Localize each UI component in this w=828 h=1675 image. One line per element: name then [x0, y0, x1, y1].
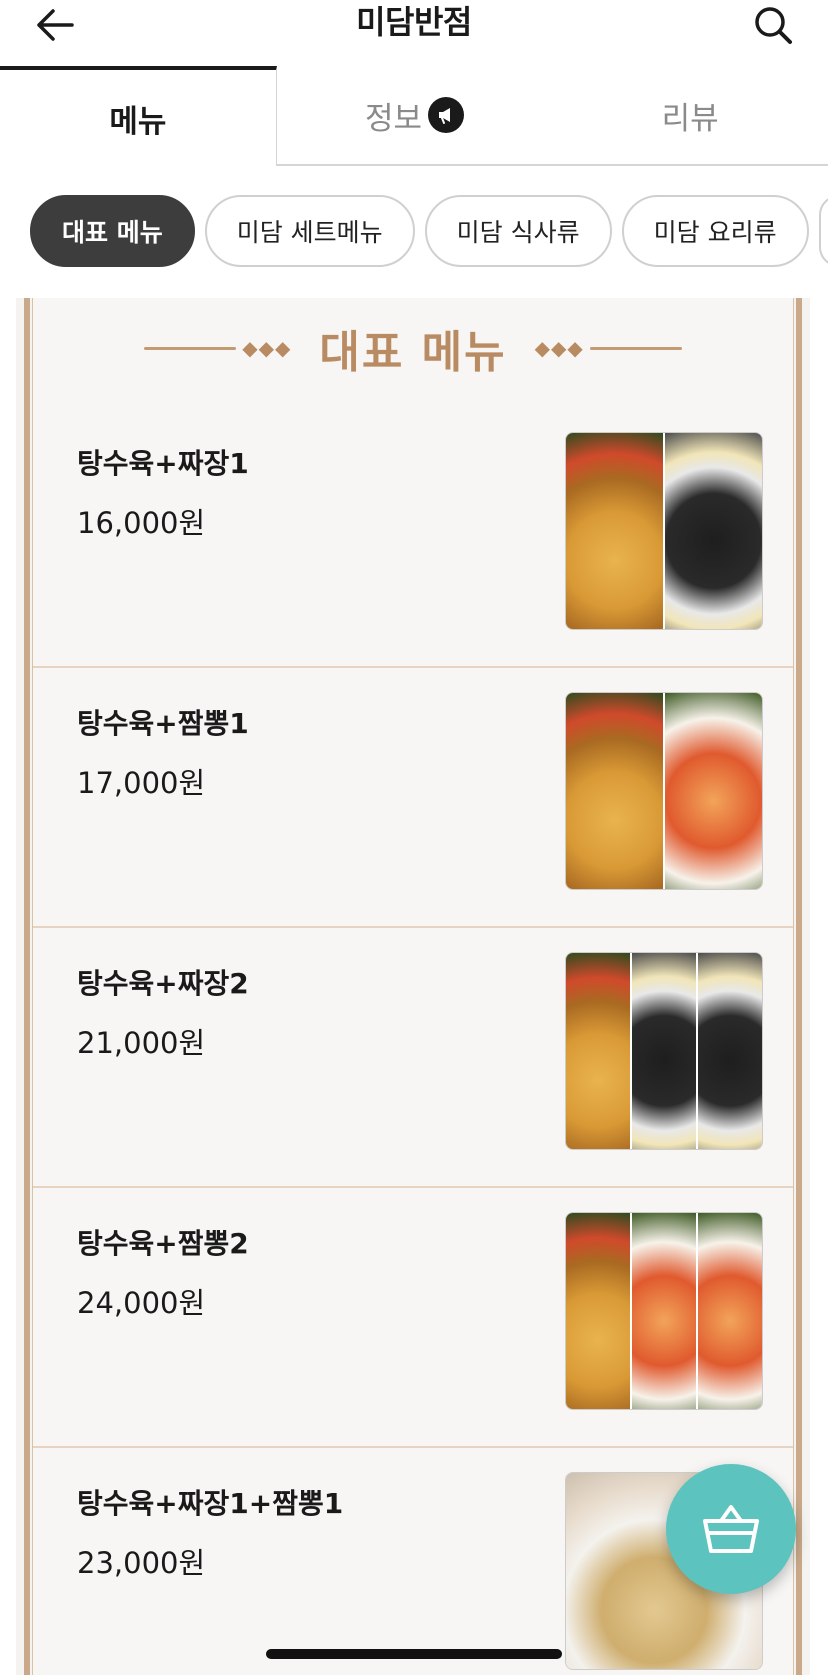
menu-item-price: 24,000원 — [77, 1286, 206, 1320]
ornament-diamonds-left: ◆◆◆ — [242, 336, 292, 360]
menu-item-price: 16,000원 — [77, 506, 206, 540]
photo-tangsuyuk — [566, 1213, 632, 1409]
page-title: 미담반점 — [356, 3, 472, 41]
photo-jjamppong — [698, 1213, 762, 1409]
menu-item[interactable]: 탕수육+짬뽕1 17,000원 — [33, 668, 793, 928]
cart-button[interactable] — [666, 1464, 796, 1594]
category-chips: 대표 메뉴 미담 세트메뉴 미담 식사류 미담 요리류 — [30, 195, 828, 267]
photo-tangsuyuk — [566, 693, 665, 889]
menu-item-name: 탕수육+짬뽕2 — [77, 1227, 249, 1260]
search-button[interactable] — [750, 2, 796, 48]
menu-item-name: 탕수육+짜장2 — [77, 967, 249, 1000]
ornament-line-left — [144, 346, 237, 350]
chip-more[interactable] — [818, 195, 828, 267]
tab-info[interactable]: 정보 — [276, 66, 553, 166]
menu-item-price: 23,000원 — [77, 1546, 206, 1580]
basket-icon — [703, 1505, 759, 1553]
tab-reviews[interactable]: 리뷰 — [552, 66, 828, 166]
tab-info-label: 정보 — [364, 100, 423, 137]
ornament-line-right — [589, 346, 682, 350]
menu-item-photo — [565, 432, 763, 630]
tab-menu-label: 메뉴 — [109, 103, 167, 140]
menu-item-name: 탕수육+짜장1+짬뽕1 — [77, 1487, 344, 1520]
tab-reviews-label: 리뷰 — [661, 100, 719, 137]
chip-signature[interactable]: 대표 메뉴 — [30, 195, 195, 267]
photo-tangsuyuk — [566, 433, 665, 629]
menu-board: ◆◆◆ 대표 메뉴 ◆◆◆ 탕수육+짜장1 16,000원 탕수육+짬뽕1 17… — [16, 298, 810, 1675]
menu-item-name: 탕수육+짜장1 — [77, 447, 249, 480]
photo-jjajang — [632, 953, 698, 1149]
search-icon — [755, 7, 792, 44]
chip-dishes[interactable]: 미담 요리류 — [621, 195, 809, 267]
menu-item-photo — [565, 952, 763, 1150]
menu-list: 탕수육+짜장1 16,000원 탕수육+짬뽕1 17,000원 탕수육+짜장2 … — [33, 408, 793, 1675]
photo-jjajang — [665, 433, 762, 629]
tab-menu[interactable]: 메뉴 — [0, 66, 277, 166]
menu-item-price: 21,000원 — [77, 1026, 206, 1060]
home-indicator — [266, 1649, 562, 1659]
chip-set-menu[interactable]: 미담 세트메뉴 — [204, 195, 415, 267]
menu-item-price: 17,000원 — [77, 766, 206, 800]
tab-bar: 메뉴 정보 리뷰 — [0, 66, 828, 166]
chip-meals[interactable]: 미담 식사류 — [424, 195, 612, 267]
menu-item-photo — [565, 1212, 763, 1410]
photo-jjajang — [698, 953, 762, 1149]
section-title: 대표 메뉴 — [319, 327, 507, 378]
menu-board-inner: ◆◆◆ 대표 메뉴 ◆◆◆ 탕수육+짜장1 16,000원 탕수육+짬뽕1 17… — [32, 298, 794, 1675]
ornament-diamonds-right: ◆◆◆ — [534, 336, 584, 360]
photo-tangsuyuk — [566, 953, 632, 1149]
menu-item[interactable]: 탕수육+짜장2 21,000원 — [33, 928, 793, 1188]
menu-item-photo — [565, 692, 763, 890]
photo-jjamppong — [632, 1213, 698, 1409]
menu-item[interactable]: 탕수육+짜장1 16,000원 — [33, 408, 793, 668]
app-header: 미담반점 — [0, 0, 828, 66]
menu-item[interactable]: 탕수육+짬뽕2 24,000원 — [33, 1188, 793, 1448]
megaphone-icon — [428, 97, 465, 133]
menu-item-name: 탕수육+짬뽕1 — [77, 707, 249, 740]
section-header: ◆◆◆ 대표 메뉴 ◆◆◆ — [33, 312, 793, 384]
photo-jjamppong — [665, 693, 762, 889]
